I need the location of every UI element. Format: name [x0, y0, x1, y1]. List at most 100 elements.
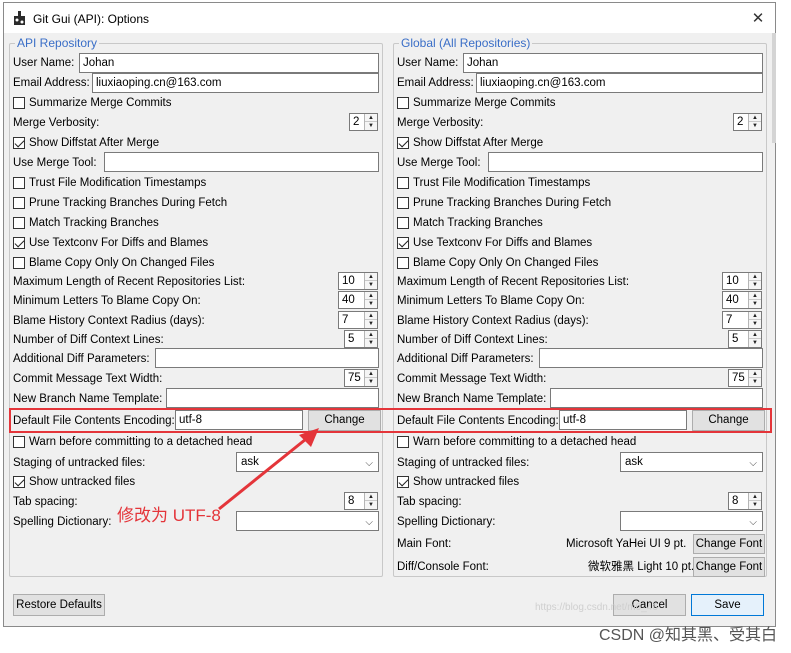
user-name-label: User Name: [13, 57, 75, 69]
blame-copy-label: Blame Copy Only On Changed Files [29, 257, 215, 269]
prune-branches-checkbox[interactable] [13, 197, 25, 209]
main-font-label: Main Font: [397, 538, 452, 550]
spin-up-icon[interactable]: ▲ [749, 292, 761, 300]
spin-down-icon[interactable]: ▼ [749, 281, 761, 289]
spin-down-icon[interactable]: ▼ [365, 320, 377, 328]
blame-copy-checkbox[interactable] [397, 257, 409, 269]
spin-up-icon[interactable]: ▲ [365, 273, 377, 281]
spin-up-icon[interactable]: ▲ [749, 493, 761, 501]
use-textconv-checkbox[interactable] [397, 237, 409, 249]
close-icon[interactable]: ✕ [741, 3, 775, 33]
spin-up-icon[interactable]: ▲ [365, 370, 377, 378]
change-diff-font-button[interactable]: Change Font [693, 557, 765, 577]
spin-up-icon[interactable]: ▲ [365, 114, 377, 122]
min-letters-spinbox[interactable]: 40 ▲ ▼ [722, 291, 762, 309]
title-bar: Git Gui (API): Options ✕ [4, 3, 775, 33]
match-tracking-checkbox[interactable] [13, 217, 25, 229]
change-main-font-button[interactable]: Change Font [693, 534, 765, 554]
show-untracked-checkbox[interactable] [397, 476, 409, 488]
branch-template-label: New Branch Name Template: [397, 393, 547, 405]
spin-down-icon[interactable]: ▼ [365, 281, 377, 289]
diff-context-spinbox[interactable]: 5 ▲ ▼ [344, 330, 378, 348]
merge-verbosity-spinbox[interactable]: 2 ▲ ▼ [733, 113, 762, 131]
blame-copy-label: Blame Copy Only On Changed Files [413, 257, 599, 269]
spin-up-icon[interactable]: ▲ [749, 114, 761, 122]
tab-spacing-label: Tab spacing: [397, 496, 462, 508]
email-label: Email Address: [397, 77, 474, 89]
spin-up-icon[interactable]: ▲ [749, 273, 761, 281]
spin-up-icon[interactable]: ▲ [365, 331, 377, 339]
trust-timestamps-checkbox[interactable] [13, 177, 25, 189]
trust-timestamps-label: Trust File Modification Timestamps [29, 177, 207, 189]
merge-verbosity-spinbox[interactable]: 2 ▲ ▼ [349, 113, 378, 131]
prune-branches-label: Prune Tracking Branches During Fetch [29, 197, 228, 209]
spin-down-icon[interactable]: ▼ [365, 122, 377, 130]
prune-branches-checkbox[interactable] [397, 197, 409, 209]
diff-context-spinbox[interactable]: 5 ▲ ▼ [728, 330, 762, 348]
user-name-input[interactable]: Johan [79, 53, 379, 73]
additional-diff-input[interactable] [155, 348, 379, 368]
warn-detached-checkbox[interactable] [13, 436, 25, 448]
spin-down-icon[interactable]: ▼ [749, 300, 761, 308]
additional-diff-input[interactable] [539, 348, 763, 368]
user-name-input[interactable]: Johan [463, 53, 763, 73]
branch-template-label: New Branch Name Template: [13, 393, 163, 405]
diff-font-value: 微软雅黑 Light 10 pt. [588, 561, 695, 573]
annotation-text: 修改为 UTF-8 [117, 506, 221, 525]
blame-copy-checkbox[interactable] [13, 257, 25, 269]
spin-down-icon[interactable]: ▼ [365, 378, 377, 386]
merge-tool-input[interactable] [104, 152, 379, 172]
spin-up-icon[interactable]: ▲ [365, 292, 377, 300]
spin-up-icon[interactable]: ▲ [749, 331, 761, 339]
diff-font-label: Diff/Console Font: [397, 561, 489, 573]
use-textconv-checkbox[interactable] [13, 237, 25, 249]
merge-verbosity-label: Merge Verbosity: [397, 117, 484, 129]
spin-down-icon[interactable]: ▼ [749, 122, 761, 130]
summarize-merge-checkbox[interactable] [13, 97, 25, 109]
spin-down-icon[interactable]: ▼ [749, 320, 761, 328]
email-input[interactable]: liuxiaoping.cn@163.com [92, 73, 379, 93]
commit-width-spinbox[interactable]: 75 ▲ ▼ [344, 369, 378, 387]
spin-down-icon[interactable]: ▼ [749, 339, 761, 347]
match-tracking-checkbox[interactable] [397, 217, 409, 229]
min-letters-spinbox[interactable]: 40 ▲ ▼ [338, 291, 378, 309]
warn-detached-checkbox[interactable] [397, 436, 409, 448]
spelling-select[interactable]: ⌵ [620, 511, 763, 531]
commit-width-spinbox[interactable]: 75 ▲ ▼ [728, 369, 762, 387]
spelling-label: Spelling Dictionary: [13, 516, 112, 528]
spin-up-icon[interactable]: ▲ [749, 370, 761, 378]
save-button[interactable]: Save [691, 594, 764, 616]
tab-spacing-spinbox[interactable]: 8 ▲ ▼ [344, 492, 378, 510]
max-recent-spinbox[interactable]: 10 ▲ ▼ [338, 272, 378, 290]
spin-down-icon[interactable]: ▼ [749, 501, 761, 509]
match-tracking-label: Match Tracking Branches [413, 217, 543, 229]
tab-spacing-spinbox[interactable]: 8 ▲ ▼ [728, 492, 762, 510]
group-legend: Global (All Repositories) [399, 36, 533, 50]
spin-up-icon[interactable]: ▲ [749, 312, 761, 320]
show-untracked-checkbox[interactable] [13, 476, 25, 488]
trust-timestamps-checkbox[interactable] [397, 177, 409, 189]
staging-label: Staging of untracked files: [13, 457, 146, 469]
match-tracking-label: Match Tracking Branches [29, 217, 159, 229]
spin-down-icon[interactable]: ▼ [749, 378, 761, 386]
spin-down-icon[interactable]: ▼ [365, 339, 377, 347]
show-diffstat-checkbox[interactable] [397, 137, 409, 149]
branch-template-input[interactable] [550, 388, 763, 408]
email-input[interactable]: liuxiaoping.cn@163.com [476, 73, 763, 93]
blame-history-spinbox[interactable]: 7 ▲ ▼ [338, 311, 378, 329]
branch-template-input[interactable] [166, 388, 379, 408]
spin-up-icon[interactable]: ▲ [365, 493, 377, 501]
show-diffstat-checkbox[interactable] [13, 137, 25, 149]
restore-defaults-button[interactable]: Restore Defaults [13, 594, 105, 616]
staging-select[interactable]: ask ⌵ [620, 452, 763, 472]
spin-down-icon[interactable]: ▼ [365, 501, 377, 509]
additional-diff-label: Additional Diff Parameters: [13, 353, 150, 365]
summarize-merge-label: Summarize Merge Commits [29, 97, 172, 109]
summarize-merge-label: Summarize Merge Commits [413, 97, 556, 109]
merge-tool-input[interactable] [488, 152, 763, 172]
blame-history-spinbox[interactable]: 7 ▲ ▼ [722, 311, 762, 329]
summarize-merge-checkbox[interactable] [397, 97, 409, 109]
spin-down-icon[interactable]: ▼ [365, 300, 377, 308]
max-recent-spinbox[interactable]: 10 ▲ ▼ [722, 272, 762, 290]
spin-up-icon[interactable]: ▲ [365, 312, 377, 320]
